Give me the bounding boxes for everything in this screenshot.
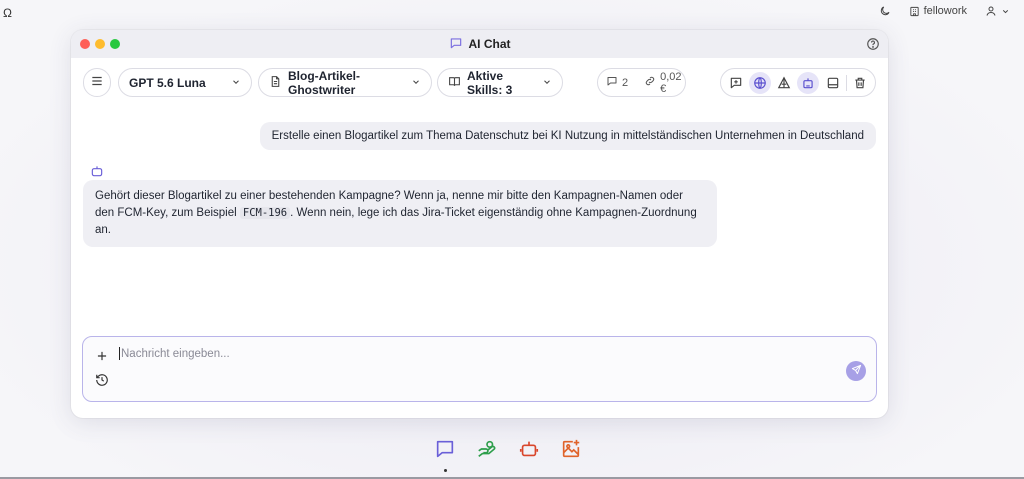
omega-glyph: Ω xyxy=(3,6,12,20)
panel-icon[interactable] xyxy=(822,72,844,94)
chat-icon xyxy=(606,75,618,90)
link-icon xyxy=(644,75,656,90)
window-title-text: AI Chat xyxy=(468,37,511,51)
chevron-down-icon xyxy=(411,76,421,90)
hand-coin-icon[interactable] xyxy=(476,438,498,465)
chevron-down-icon xyxy=(1001,7,1010,16)
chat-window: AI Chat GPT 5.6 Luna Blog-Artikel-Ghostw… xyxy=(71,30,888,418)
globe-icon[interactable] xyxy=(749,71,772,94)
active-indicator xyxy=(444,469,447,472)
message-count: 2 xyxy=(622,76,629,89)
robot-icon[interactable] xyxy=(518,438,540,465)
text-caret xyxy=(119,347,120,360)
skills-label: Aktive Skills: 3 xyxy=(467,68,513,97)
chat-icon xyxy=(449,36,463,53)
window-title: AI Chat xyxy=(71,30,888,58)
triangle-ruler-icon[interactable] xyxy=(773,72,795,94)
assistant-message: Gehört dieser Blogartikel zu einer beste… xyxy=(83,180,717,247)
trash-icon[interactable] xyxy=(849,72,871,94)
help-icon[interactable] xyxy=(866,37,880,56)
chevron-down-icon xyxy=(231,76,241,90)
document-icon xyxy=(269,75,282,91)
cost-value: 0,02 € xyxy=(660,70,682,95)
campaign-key-code: FCM-196 xyxy=(239,207,291,219)
usage-stats: 2 0,02 € xyxy=(597,68,686,97)
message-plus-icon[interactable] xyxy=(725,72,747,94)
send-button[interactable] xyxy=(846,361,866,381)
workspace-switcher[interactable]: fellowork xyxy=(909,5,967,17)
system-top-bar: Ω fellowork xyxy=(0,0,1024,26)
title-bar: AI Chat xyxy=(71,30,888,58)
user-icon xyxy=(985,5,997,17)
user-message-text: Erstelle einen Blogartikel zum Thema Dat… xyxy=(271,130,864,142)
assistant-label: Blog-Artikel-Ghostwriter xyxy=(288,68,360,97)
assistant-selector[interactable]: Blog-Artikel-Ghostwriter xyxy=(258,68,432,97)
send-icon xyxy=(851,362,862,380)
skills-selector[interactable]: Aktive Skills: 3 xyxy=(437,68,563,97)
robot-icon[interactable] xyxy=(797,71,820,94)
moon-icon[interactable] xyxy=(879,5,891,17)
building-icon xyxy=(909,6,920,17)
divider xyxy=(845,74,847,91)
message-composer[interactable]: Nachricht eingeben... xyxy=(82,336,877,402)
menu-icon xyxy=(90,74,104,91)
system-controls: fellowork xyxy=(879,5,1010,17)
user-menu[interactable] xyxy=(985,5,1010,17)
workspace-label: fellowork xyxy=(923,5,967,17)
tool-buttons xyxy=(720,68,876,97)
book-icon xyxy=(448,75,461,91)
menu-button[interactable] xyxy=(83,68,111,97)
plus-icon[interactable] xyxy=(95,349,109,368)
message-input[interactable]: Nachricht eingeben... xyxy=(119,347,230,360)
message-input-placeholder: Nachricht eingeben... xyxy=(121,347,230,360)
model-label: GPT 5.6 Luna xyxy=(129,75,206,90)
image-plus-icon[interactable] xyxy=(560,438,582,465)
chevron-down-icon xyxy=(542,76,552,90)
chat-toolbar: GPT 5.6 Luna Blog-Artikel-Ghostwriter Ak… xyxy=(83,68,876,98)
chat-icon[interactable] xyxy=(434,438,456,465)
model-selector[interactable]: GPT 5.6 Luna xyxy=(118,68,252,97)
user-message: Erstelle einen Blogartikel zum Thema Dat… xyxy=(259,122,876,150)
app-dock xyxy=(434,438,584,474)
history-icon[interactable] xyxy=(95,373,109,392)
